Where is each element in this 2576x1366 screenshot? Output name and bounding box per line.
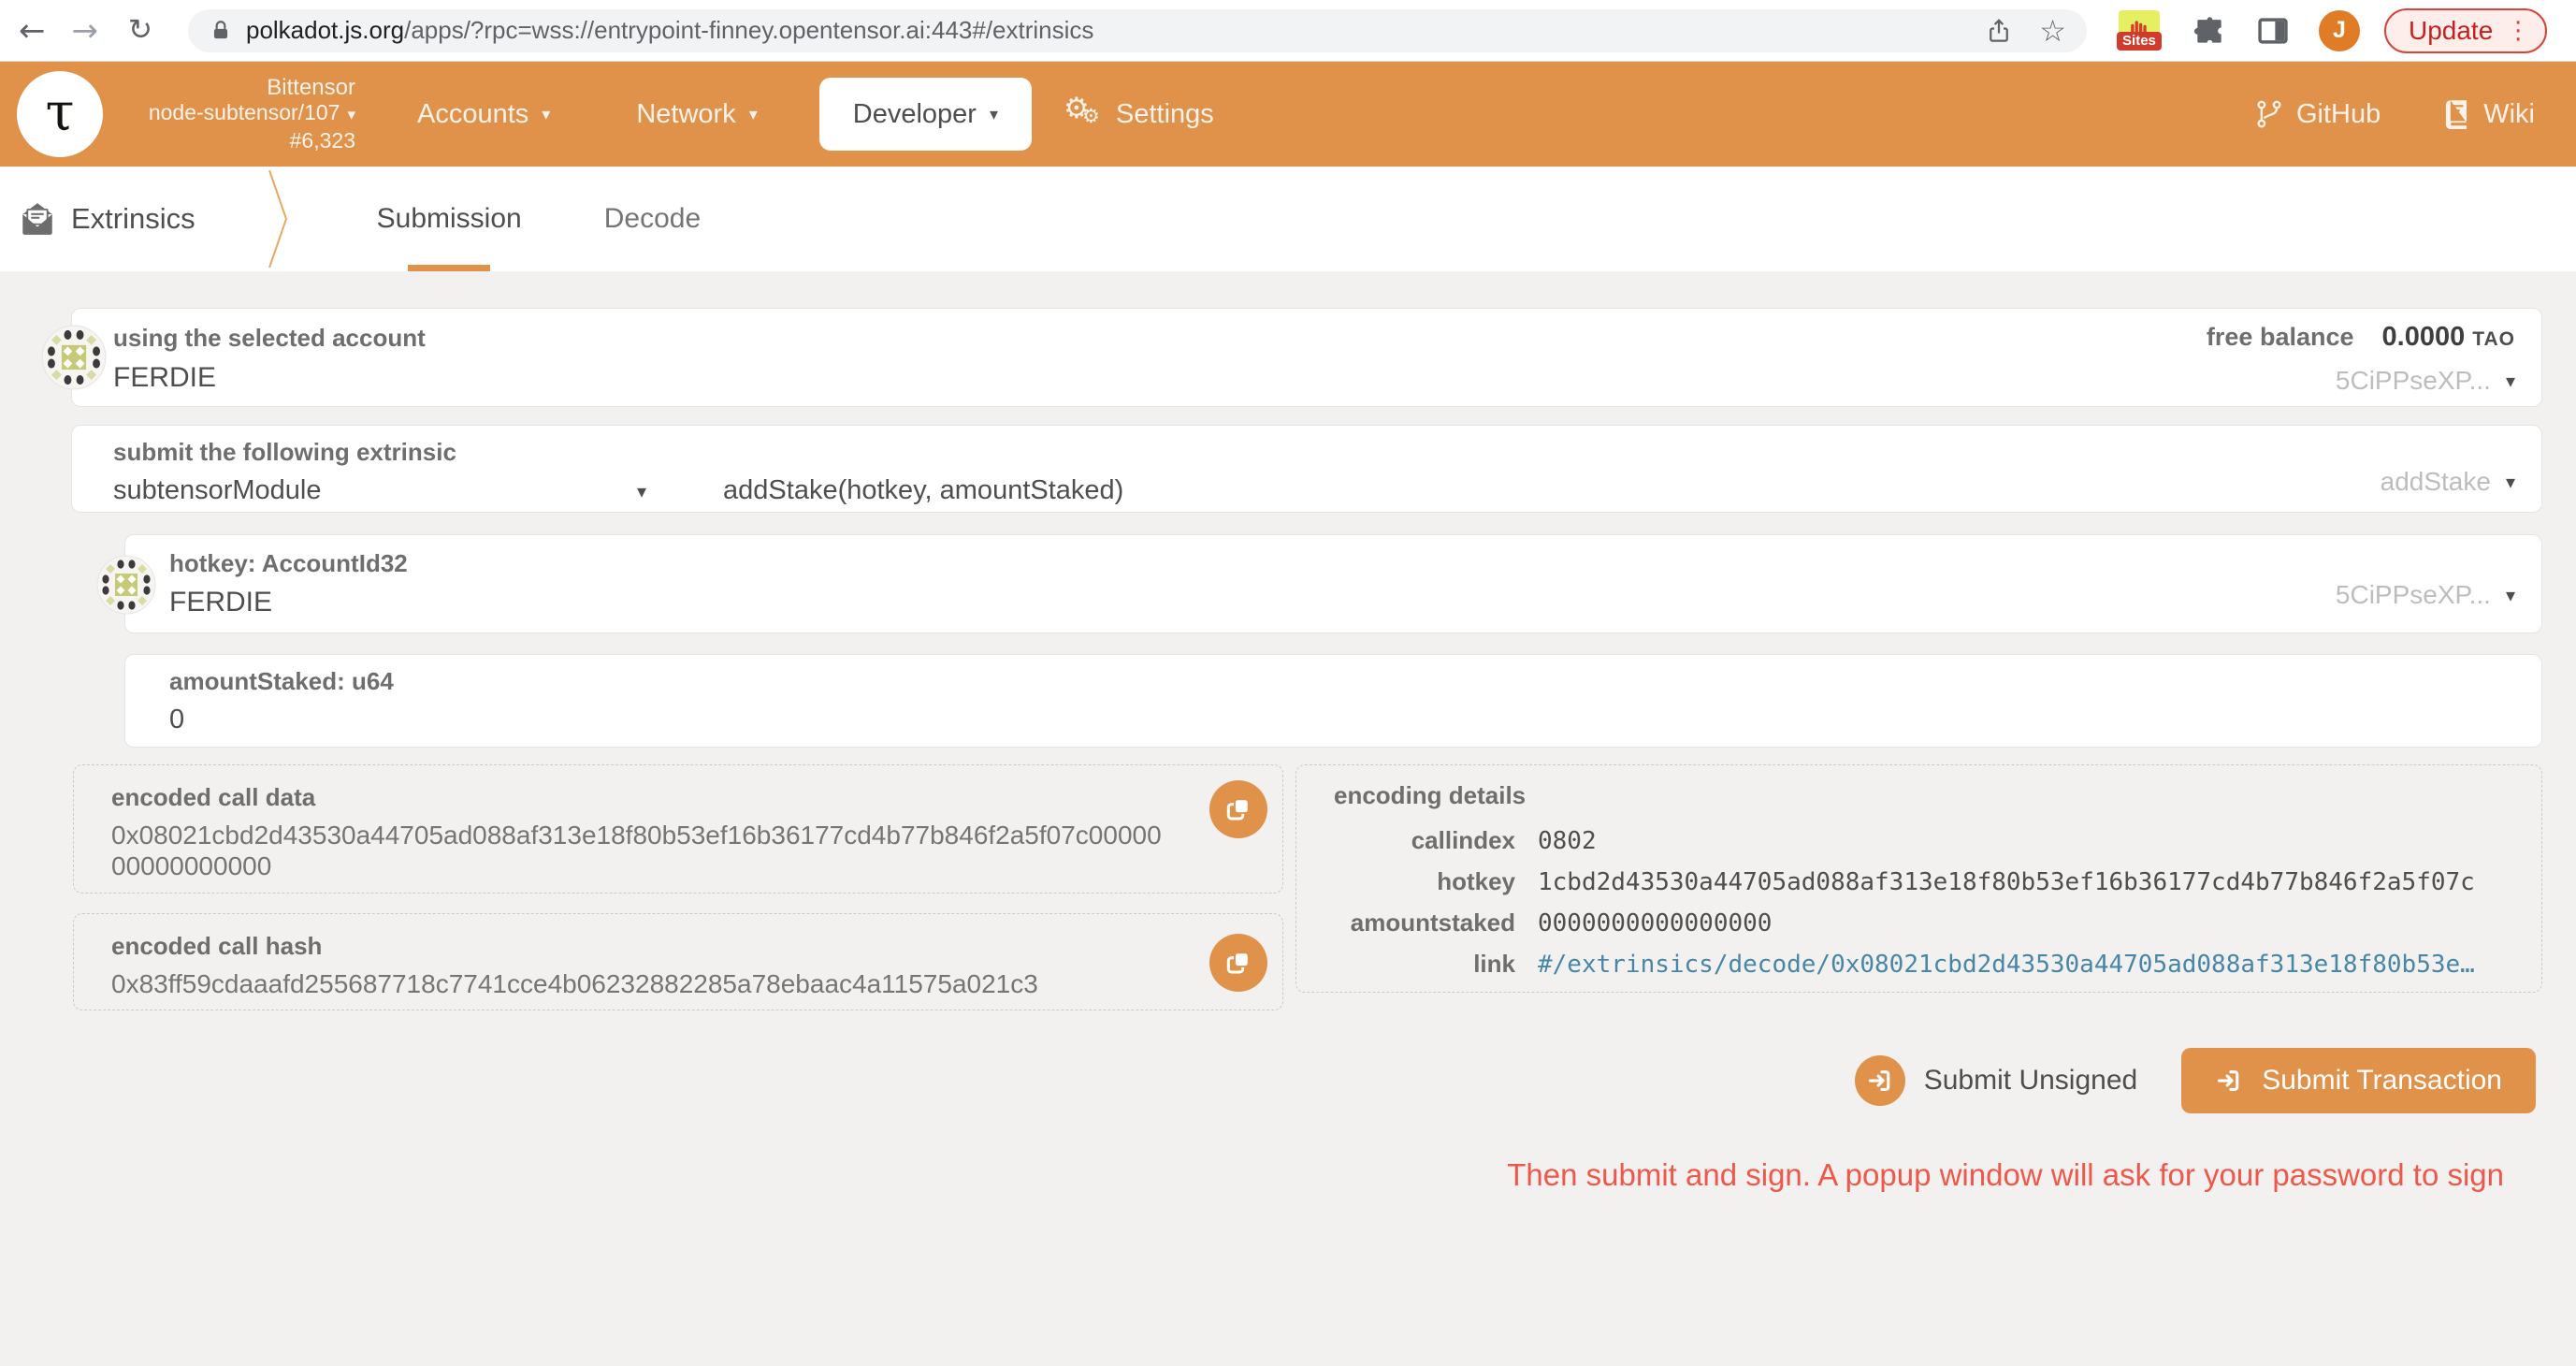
hotkey-identicon [96, 555, 156, 615]
divider-chevron [267, 170, 289, 268]
chevron-down-icon: ▾ [749, 105, 758, 124]
hotkey-param-label: hotkey: AccountId32 [169, 549, 2541, 578]
encoded-call-hash-label: encoded call hash [111, 932, 1174, 961]
instruction-note: Then submit and sign. A popup window wil… [0, 1157, 2576, 1193]
encoding-details-box: encoding details callindex 0802 hotkey 1… [1295, 764, 2542, 993]
book-icon [2442, 99, 2470, 129]
param-amount-row: amountStaked: u64 0 [124, 654, 2542, 748]
browser-menu-icon[interactable]: ⋮ [2506, 17, 2530, 45]
github-link[interactable]: GitHub [2255, 98, 2381, 130]
amount-param-label: amountStaked: u64 [169, 667, 2541, 696]
browser-update-button[interactable]: Update ⋮ [2384, 8, 2547, 53]
browser-profile-avatar[interactable]: J [2319, 10, 2360, 51]
nav-accounts[interactable]: Accounts▾ [417, 99, 550, 130]
gear-icon: ⚙⚙ [1064, 95, 1105, 133]
hotkey-account-name: FERDIE [169, 587, 2541, 618]
main-nav: Accounts▾ Network▾ Developer▾ ⚙⚙ Setting… [417, 78, 1214, 151]
reload-icon[interactable]: ↻ [128, 16, 152, 45]
detail-row-amountstaked: amountstaked 0000000000000000 [1334, 903, 2523, 944]
sign-in-icon [1855, 1055, 1905, 1106]
wiki-link[interactable]: Wiki [2442, 99, 2535, 130]
free-balance-label: free balance [2207, 323, 2354, 352]
chevron-down-icon: ▾ [347, 106, 355, 124]
chain-logo[interactable]: τ [17, 71, 103, 157]
encoding-details-title: encoding details [1334, 781, 2523, 810]
amount-input[interactable]: 0 [169, 705, 2541, 735]
node-version: node-subtensor/107 [149, 100, 340, 124]
detail-row-link: link #/extrinsics/decode/0x08021cbd2d435… [1334, 944, 2523, 985]
hotkey-address-short: 5CiPPseXP... [2336, 580, 2491, 610]
sites-extension-icon[interactable]: Sites [2115, 10, 2164, 51]
chain-name: Bittensor [116, 75, 355, 100]
actions-row: Submit Unsigned Submit Transaction [0, 1048, 2536, 1113]
encoded-call-hash-box: encoded call hash 0x83ff59cdaaafd2556877… [73, 913, 1283, 1010]
envelope-open-icon [21, 202, 54, 236]
endpoint-selector[interactable]: Bittensor node-subtensor/107 ▾ #6,323 [116, 75, 355, 153]
detail-row-callindex: callindex 0802 [1334, 821, 2523, 862]
url-text: polkadot.js.org/apps/?rpc=wss://entrypoi… [246, 16, 1093, 45]
chevron-down-icon[interactable]: ▾ [2506, 471, 2515, 493]
chevron-down-icon: ▾ [990, 105, 998, 124]
app-header: τ Bittensor node-subtensor/107 ▾ #6,323 A… [0, 62, 2576, 167]
back-icon[interactable]: ← [19, 15, 46, 47]
sign-in-icon [2215, 1067, 2243, 1095]
chevron-down-icon[interactable]: ▾ [2506, 584, 2515, 606]
account-name: FERDIE [113, 362, 2541, 394]
side-panel-icon[interactable] [2255, 13, 2291, 49]
nav-network[interactable]: Network▾ [636, 99, 757, 130]
share-icon[interactable] [1985, 17, 2013, 45]
param-hotkey-row[interactable]: hotkey: AccountId32 FERDIE 5CiPPseXP... … [124, 534, 2542, 633]
chevron-down-icon: ▾ [542, 105, 550, 124]
best-block: #6,323 [116, 128, 355, 153]
copy-call-data-button[interactable] [1209, 780, 1267, 838]
nav-developer[interactable]: Developer▾ [819, 78, 1032, 151]
balance-unit: TAO [2472, 328, 2515, 351]
code-branch-icon [2255, 98, 2283, 130]
chevron-down-icon[interactable]: ▾ [2506, 370, 2515, 392]
module-select[interactable]: subtensorModule [113, 475, 637, 506]
tab-decode[interactable]: Decode [604, 167, 701, 271]
call-signature[interactable]: addStake(hotkey, amountStaked) [723, 475, 1123, 506]
extrinsic-select-row: submit the following extrinsic subtensor… [71, 425, 2542, 513]
account-identicon [41, 325, 107, 390]
detail-row-hotkey: hotkey 1cbd2d43530a44705ad088af313e18f80… [1334, 862, 2523, 903]
extrinsic-label: submit the following extrinsic [113, 438, 2541, 467]
method-name: addStake [2381, 467, 2491, 497]
copy-call-hash-button[interactable] [1209, 934, 1267, 992]
tab-submission[interactable]: Submission [377, 167, 522, 271]
chevron-down-icon[interactable]: ▾ [637, 480, 646, 502]
copy-icon [1223, 794, 1253, 824]
submit-transaction-button[interactable]: Submit Transaction [2181, 1048, 2536, 1113]
copy-icon [1223, 948, 1253, 978]
bookmark-star-icon[interactable]: ☆ [2039, 16, 2066, 46]
encoded-call-data-label: encoded call data [111, 783, 1174, 812]
decode-link[interactable]: #/extrinsics/decode/0x08021cbd2d43530a44… [1538, 945, 2475, 985]
polkadotjs-extrinsics-page: ← → ↻ polkadot.js.org/apps/?rpc=wss://en… [0, 0, 2576, 1366]
extensions-puzzle-icon[interactable] [2192, 13, 2227, 49]
forward-icon[interactable]: → [72, 15, 99, 47]
account-select-row[interactable]: using the selected account FERDIE free b… [71, 308, 2542, 407]
submit-unsigned-button[interactable]: Submit Unsigned [1855, 1055, 2137, 1106]
nav-settings[interactable]: ⚙⚙ Settings [1064, 95, 1214, 133]
lock-icon [209, 19, 233, 43]
address-bar[interactable]: polkadot.js.org/apps/?rpc=wss://entrypoi… [188, 9, 2087, 52]
browser-toolbar: ← → ↻ polkadot.js.org/apps/?rpc=wss://en… [0, 0, 2576, 62]
account-select-label: using the selected account [113, 324, 2541, 353]
encoded-call-data-box: encoded call data 0x08021cbd2d43530a4470… [73, 764, 1283, 894]
tab-bar: Extrinsics Submission Decode [0, 167, 2576, 271]
extrinsics-content: using the selected account FERDIE free b… [0, 271, 2576, 1366]
encoded-call-data-value: 0x08021cbd2d43530a44705ad088af313e18f80b… [111, 820, 1174, 881]
free-balance-value: 0.0000 [2382, 322, 2466, 353]
section-title: Extrinsics [71, 202, 195, 236]
account-address-short: 5CiPPseXP... [2336, 366, 2491, 396]
encoded-call-hash-value: 0x83ff59cdaaafd255687718c7741cce4b062328… [111, 968, 1174, 999]
